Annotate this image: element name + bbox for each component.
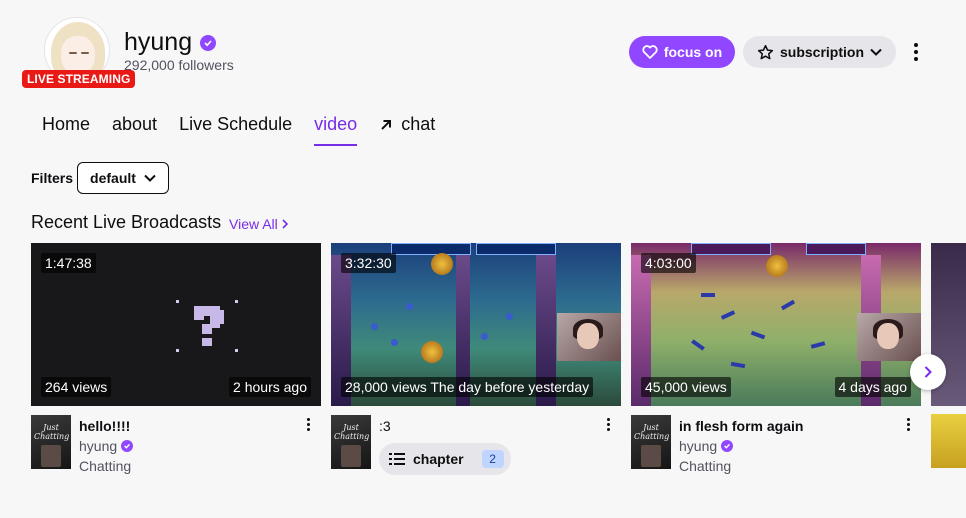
video-title[interactable]: hello!!!! [79,418,130,434]
tab-video[interactable]: video [314,114,358,146]
chevron-down-icon [870,48,882,56]
video-duration: 3:32:30 [341,253,396,273]
video-card: 1:47:38 264 views 2 hours ago Just Chatt… [31,243,321,475]
video-channel-link[interactable]: hyung [679,438,734,454]
follower-count: 292,000 followers [124,57,234,73]
tab-chat[interactable]: chat [379,114,435,146]
verified-check-icon [200,34,217,51]
video-title[interactable]: :3 [379,418,391,434]
tab-chat-label: chat [401,114,436,134]
channel-mini-avatar[interactable]: Just Chatting [31,415,71,469]
view-all-link[interactable]: View All [229,216,288,232]
video-more-options-button[interactable] [303,418,313,434]
video-channel-name: hyung [79,438,118,454]
subscription-button-label: subscription [779,44,864,60]
tab-about[interactable]: about [112,114,157,146]
video-card: 4:03:00 45,000 views 4 days ago Just Cha… [631,243,921,475]
filter-selected-value: default [90,170,136,186]
verified-check-icon [121,440,134,452]
chapters-count: 2 [481,450,504,468]
channel-tabs: Home about Live Schedule video chat [42,114,435,146]
chevron-right-icon [282,219,288,229]
video-age: 2 hours ago [229,377,311,397]
verified-check-icon [721,440,734,452]
carousel-next-button[interactable] [910,354,946,390]
video-duration: 4:03:00 [641,253,696,273]
video-thumbnail[interactable]: 1:47:38 264 views 2 hours ago [31,243,321,406]
list-icon [389,453,405,465]
video-card: 3:32:30 28,000 views The day before yest… [331,243,621,475]
channel-name-text: hyung [124,28,193,56]
channel-mini-avatar-partial[interactable] [931,414,966,468]
chevron-right-icon [924,366,932,378]
video-category[interactable]: Chatting [679,458,731,474]
subscription-button[interactable]: subscription [743,36,896,68]
star-icon [757,44,774,59]
chapters-button[interactable]: chapter 2 [379,443,511,475]
channel-mini-avatar[interactable]: Just Chatting [631,415,671,469]
arrow-up-right-icon [381,120,392,130]
video-channel-link[interactable]: hyung [79,438,134,454]
video-views: 264 views [41,377,112,397]
video-thumbnail[interactable]: 4:03:00 45,000 views 4 days ago [631,243,921,406]
view-all-label: View All [229,216,278,232]
tab-home[interactable]: Home [42,114,90,146]
channel-mini-avatar[interactable]: Just Chatting [331,415,371,469]
video-title[interactable]: in flesh form again [679,418,803,434]
live-badge[interactable]: LIVE STREAMING [22,70,136,88]
video-duration: 1:47:38 [41,253,96,273]
video-more-options-button[interactable] [903,418,913,434]
section-title: Recent Live Broadcasts [31,212,222,232]
channel-name: hyung [124,28,217,57]
video-views: 45,000 views [641,377,731,397]
filter-dropdown[interactable]: default [77,162,169,194]
more-options-button[interactable] [906,40,926,64]
video-channel-name: hyung [679,438,718,454]
video-age: 4 days ago [834,377,911,397]
follow-button[interactable]: focus on [629,36,735,68]
video-category[interactable]: Chatting [79,458,131,474]
question-mark-icon [176,300,238,352]
chapters-label: chapter [413,451,464,467]
video-more-options-button[interactable] [603,418,613,434]
chevron-down-icon [144,174,156,182]
filters-label: Filters [31,170,74,186]
heart-icon [642,45,658,59]
video-thumbnail[interactable]: 3:32:30 28,000 views The day before yest… [331,243,621,406]
tab-live-schedule[interactable]: Live Schedule [179,114,292,146]
follow-button-label: focus on [663,44,723,60]
video-views-age: 28,000 views The day before yesterday [341,377,594,397]
